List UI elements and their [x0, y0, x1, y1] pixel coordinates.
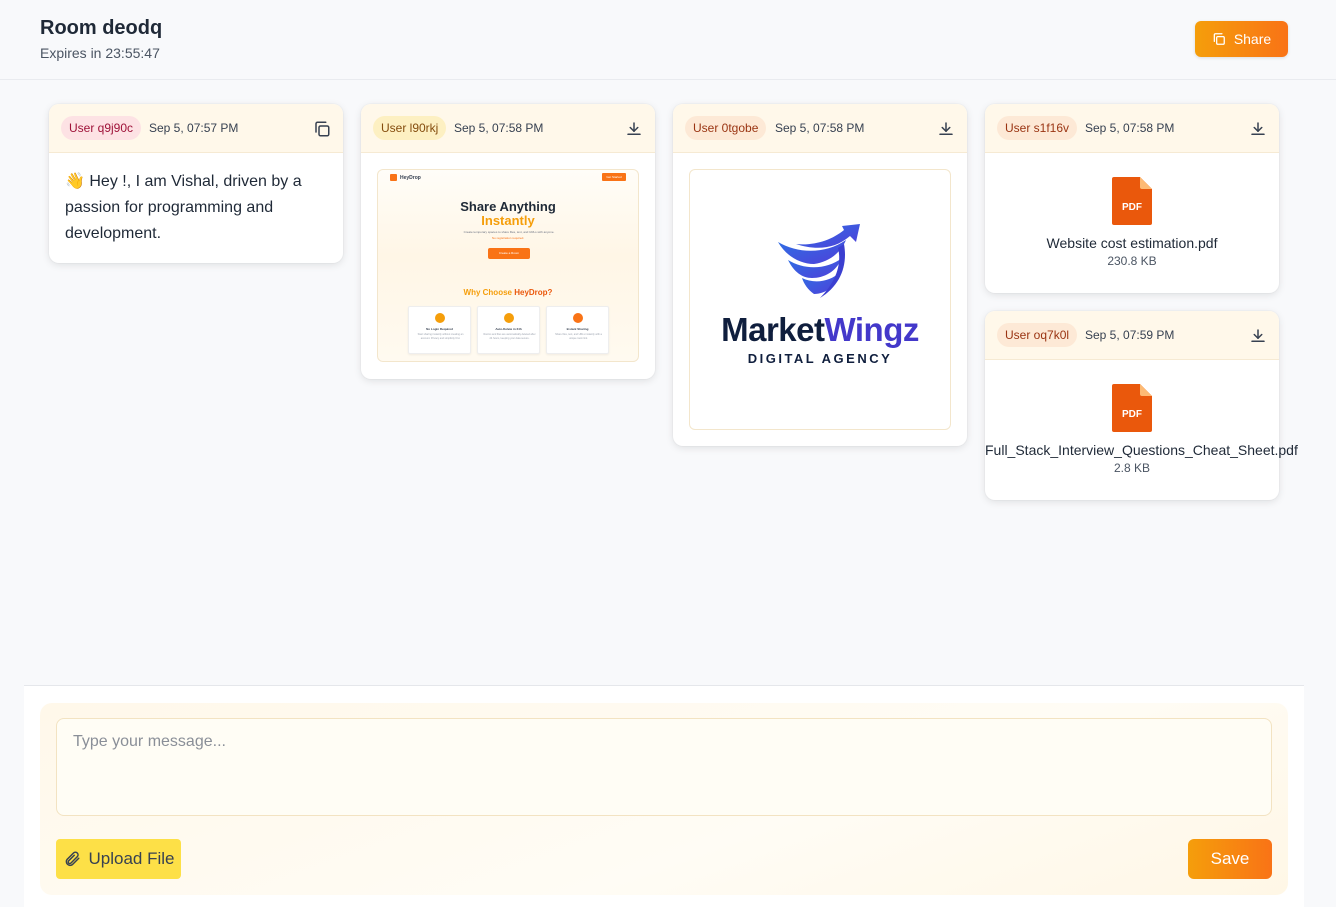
user-badge: User oq7k0l — [997, 323, 1078, 347]
share-icon — [573, 313, 583, 323]
user-badge: User s1f16v — [997, 116, 1078, 140]
preview-nav-button: Get Started — [602, 173, 626, 181]
file-size: 2.8 KB — [1113, 461, 1151, 475]
message-card-file: User oq7k0l Sep 5, 07:59 PM PDF Full_Sta… — [985, 311, 1298, 500]
svg-text:PDF: PDF — [1122, 409, 1142, 420]
file-name: Full_Stack_Interview_Questions_Cheat_She… — [985, 442, 1298, 458]
clock-icon — [504, 313, 514, 323]
preview-headline: Share Anything — [460, 199, 556, 214]
copy-icon — [1213, 33, 1225, 45]
preview-feature-card: Auto-Delete in 24h Rooms and files are a… — [477, 306, 540, 354]
preview-feature-card: No Login Required Start sharing instantl… — [408, 306, 471, 354]
share-button[interactable]: Share — [1195, 21, 1288, 57]
user-badge: User 0tgobe — [685, 116, 767, 140]
upload-file-button[interactable]: Upload File — [56, 839, 181, 879]
preview-subline-accent: No registration required. — [491, 236, 525, 240]
image-preview[interactable]: HeyDrop Get Started Share Anything Insta… — [377, 169, 639, 362]
room-header: Room deodq Expires in 23:55:47 Share — [0, 0, 1336, 80]
download-icon[interactable] — [625, 120, 643, 138]
message-card-image: User 0tgobe Sep 5, 07:58 PM MarketWingz … — [673, 104, 967, 446]
card-header: User s1f16v Sep 5, 07:58 PM — [985, 104, 1279, 153]
card-header: User l90rkj Sep 5, 07:58 PM — [361, 104, 655, 153]
brand-logo-icon — [390, 174, 397, 181]
share-button-label: Share — [1233, 31, 1272, 47]
message-card-text: User q9j90c Sep 5, 07:57 PM 👋 Hey !, I a… — [49, 104, 343, 263]
download-icon[interactable] — [937, 120, 955, 138]
svg-text:PDF: PDF — [1122, 202, 1142, 213]
upload-file-label: Upload File — [88, 849, 175, 868]
file-name: Website cost estimation.pdf — [1046, 235, 1218, 251]
pdf-file-icon: PDF — [1112, 384, 1152, 432]
user-badge: User l90rkj — [373, 116, 447, 140]
card-header: User oq7k0l Sep 5, 07:59 PM — [985, 311, 1279, 360]
timestamp: Sep 5, 07:59 PM — [1085, 328, 1175, 342]
preview-brand: HeyDrop — [390, 174, 421, 181]
timestamp: Sep 5, 07:58 PM — [454, 121, 544, 135]
message-card-file: User s1f16v Sep 5, 07:58 PM PDF Website … — [985, 104, 1279, 293]
preview-cta-button: Create a Room — [488, 248, 530, 259]
wing-logo-icon — [778, 224, 860, 298]
save-button[interactable]: Save — [1188, 839, 1272, 879]
preview-subline: Create temporary spaces to share files, … — [463, 230, 555, 234]
expiry-countdown: Expires in 23:55:47 — [40, 45, 160, 61]
timestamp: Sep 5, 07:57 PM — [149, 121, 239, 135]
message-card-image: User l90rkj Sep 5, 07:58 PM HeyDrop Get … — [361, 104, 655, 379]
file-size: 230.8 KB — [1107, 254, 1157, 268]
message-composer: Upload File Save — [24, 685, 1304, 907]
logo-wordmark: MarketWingz — [721, 311, 919, 348]
preview-headline-accent: Instantly — [481, 213, 535, 228]
timestamp: Sep 5, 07:58 PM — [775, 121, 865, 135]
download-icon[interactable] — [1249, 327, 1267, 345]
card-header: User q9j90c Sep 5, 07:57 PM — [49, 104, 343, 153]
image-preview[interactable]: MarketWingz DIGITAL AGENCY — [689, 169, 951, 430]
preview-feature-card: Instant Sharing Share files, text, and U… — [546, 306, 609, 354]
message-text: 👋 Hey !, I am Vishal, driven by a passio… — [65, 173, 302, 242]
preview-section-title: Why Choose HeyDrop? — [463, 288, 553, 297]
timestamp: Sep 5, 07:58 PM — [1085, 121, 1175, 135]
logo-tagline: DIGITAL AGENCY — [747, 351, 893, 366]
card-header: User 0tgobe Sep 5, 07:58 PM — [673, 104, 967, 153]
paperclip-icon — [65, 851, 79, 867]
message-input[interactable] — [56, 718, 1272, 816]
copy-icon[interactable] — [313, 120, 331, 138]
composer-panel: Upload File Save — [40, 703, 1288, 895]
room-title: Room deodq — [40, 17, 163, 39]
user-badge: User q9j90c — [61, 116, 142, 140]
pdf-file-icon: PDF — [1112, 177, 1152, 225]
download-icon[interactable] — [1249, 120, 1267, 138]
lock-icon — [435, 313, 445, 323]
